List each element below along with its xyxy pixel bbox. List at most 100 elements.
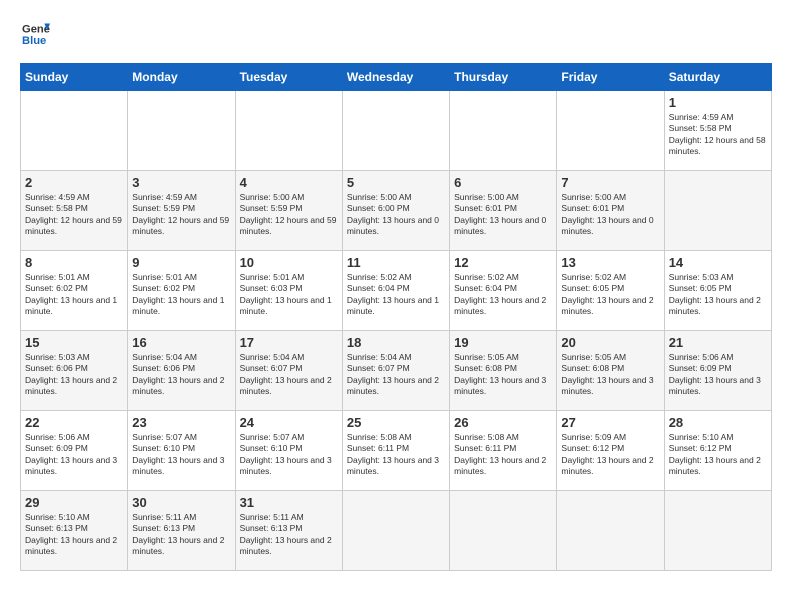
day-info: Sunrise: 4:59 AMSunset: 5:58 PMDaylight:… bbox=[25, 192, 122, 236]
weekday-header-saturday: Saturday bbox=[664, 64, 771, 91]
calendar-day: 5 Sunrise: 5:00 AMSunset: 6:00 PMDayligh… bbox=[342, 171, 449, 251]
day-info: Sunrise: 4:59 AMSunset: 5:58 PMDaylight:… bbox=[669, 112, 766, 156]
calendar-day: 1 Sunrise: 4:59 AMSunset: 5:58 PMDayligh… bbox=[664, 91, 771, 171]
day-number: 31 bbox=[240, 495, 338, 510]
calendar-day bbox=[450, 91, 557, 171]
calendar-week-1: 2 Sunrise: 4:59 AMSunset: 5:58 PMDayligh… bbox=[21, 171, 772, 251]
day-info: Sunrise: 5:00 AMSunset: 6:00 PMDaylight:… bbox=[347, 192, 439, 236]
calendar-day: 24 Sunrise: 5:07 AMSunset: 6:10 PMDaylig… bbox=[235, 411, 342, 491]
calendar-day: 4 Sunrise: 5:00 AMSunset: 5:59 PMDayligh… bbox=[235, 171, 342, 251]
day-number: 9 bbox=[132, 255, 230, 270]
calendar-day: 28 Sunrise: 5:10 AMSunset: 6:12 PMDaylig… bbox=[664, 411, 771, 491]
weekday-header-friday: Friday bbox=[557, 64, 664, 91]
svg-text:Blue: Blue bbox=[22, 35, 46, 47]
day-number: 16 bbox=[132, 335, 230, 350]
calendar-day: 11 Sunrise: 5:02 AMSunset: 6:04 PMDaylig… bbox=[342, 251, 449, 331]
day-info: Sunrise: 5:11 AMSunset: 6:13 PMDaylight:… bbox=[132, 512, 224, 556]
day-number: 30 bbox=[132, 495, 230, 510]
calendar-day bbox=[21, 91, 128, 171]
day-number: 10 bbox=[240, 255, 338, 270]
day-number: 21 bbox=[669, 335, 767, 350]
calendar-week-2: 8 Sunrise: 5:01 AMSunset: 6:02 PMDayligh… bbox=[21, 251, 772, 331]
calendar-day bbox=[664, 491, 771, 571]
day-info: Sunrise: 5:00 AMSunset: 6:01 PMDaylight:… bbox=[561, 192, 653, 236]
day-info: Sunrise: 5:03 AMSunset: 6:05 PMDaylight:… bbox=[669, 272, 761, 316]
day-number: 23 bbox=[132, 415, 230, 430]
day-info: Sunrise: 5:08 AMSunset: 6:11 PMDaylight:… bbox=[454, 432, 546, 476]
day-number: 11 bbox=[347, 255, 445, 270]
day-info: Sunrise: 5:06 AMSunset: 6:09 PMDaylight:… bbox=[25, 432, 117, 476]
day-info: Sunrise: 5:02 AMSunset: 6:04 PMDaylight:… bbox=[347, 272, 439, 316]
day-number: 27 bbox=[561, 415, 659, 430]
weekday-header-sunday: Sunday bbox=[21, 64, 128, 91]
day-number: 24 bbox=[240, 415, 338, 430]
calendar-table: SundayMondayTuesdayWednesdayThursdayFrid… bbox=[20, 63, 772, 571]
calendar-day bbox=[557, 91, 664, 171]
calendar-day: 9 Sunrise: 5:01 AMSunset: 6:02 PMDayligh… bbox=[128, 251, 235, 331]
calendar-day: 3 Sunrise: 4:59 AMSunset: 5:59 PMDayligh… bbox=[128, 171, 235, 251]
day-number: 14 bbox=[669, 255, 767, 270]
day-info: Sunrise: 5:07 AMSunset: 6:10 PMDaylight:… bbox=[132, 432, 224, 476]
calendar-day: 20 Sunrise: 5:05 AMSunset: 6:08 PMDaylig… bbox=[557, 331, 664, 411]
day-number: 18 bbox=[347, 335, 445, 350]
day-number: 12 bbox=[454, 255, 552, 270]
calendar-day bbox=[557, 491, 664, 571]
day-info: Sunrise: 5:01 AMSunset: 6:02 PMDaylight:… bbox=[25, 272, 117, 316]
day-info: Sunrise: 4:59 AMSunset: 5:59 PMDaylight:… bbox=[132, 192, 229, 236]
calendar-week-0: 1 Sunrise: 4:59 AMSunset: 5:58 PMDayligh… bbox=[21, 91, 772, 171]
day-info: Sunrise: 5:06 AMSunset: 6:09 PMDaylight:… bbox=[669, 352, 761, 396]
weekday-header-monday: Monday bbox=[128, 64, 235, 91]
calendar-day bbox=[128, 91, 235, 171]
day-number: 2 bbox=[25, 175, 123, 190]
calendar-week-5: 29 Sunrise: 5:10 AMSunset: 6:13 PMDaylig… bbox=[21, 491, 772, 571]
day-number: 22 bbox=[25, 415, 123, 430]
day-info: Sunrise: 5:10 AMSunset: 6:13 PMDaylight:… bbox=[25, 512, 117, 556]
calendar-day: 19 Sunrise: 5:05 AMSunset: 6:08 PMDaylig… bbox=[450, 331, 557, 411]
day-number: 29 bbox=[25, 495, 123, 510]
calendar-week-4: 22 Sunrise: 5:06 AMSunset: 6:09 PMDaylig… bbox=[21, 411, 772, 491]
day-number: 3 bbox=[132, 175, 230, 190]
day-info: Sunrise: 5:11 AMSunset: 6:13 PMDaylight:… bbox=[240, 512, 332, 556]
day-number: 17 bbox=[240, 335, 338, 350]
calendar-day: 14 Sunrise: 5:03 AMSunset: 6:05 PMDaylig… bbox=[664, 251, 771, 331]
weekday-header-thursday: Thursday bbox=[450, 64, 557, 91]
calendar-day bbox=[450, 491, 557, 571]
calendar-day bbox=[342, 491, 449, 571]
day-info: Sunrise: 5:08 AMSunset: 6:11 PMDaylight:… bbox=[347, 432, 439, 476]
calendar-day: 8 Sunrise: 5:01 AMSunset: 6:02 PMDayligh… bbox=[21, 251, 128, 331]
day-number: 26 bbox=[454, 415, 552, 430]
day-info: Sunrise: 5:09 AMSunset: 6:12 PMDaylight:… bbox=[561, 432, 653, 476]
day-info: Sunrise: 5:05 AMSunset: 6:08 PMDaylight:… bbox=[454, 352, 546, 396]
calendar-day: 18 Sunrise: 5:04 AMSunset: 6:07 PMDaylig… bbox=[342, 331, 449, 411]
day-info: Sunrise: 5:00 AMSunset: 6:01 PMDaylight:… bbox=[454, 192, 546, 236]
day-number: 4 bbox=[240, 175, 338, 190]
calendar-day: 31 Sunrise: 5:11 AMSunset: 6:13 PMDaylig… bbox=[235, 491, 342, 571]
day-info: Sunrise: 5:05 AMSunset: 6:08 PMDaylight:… bbox=[561, 352, 653, 396]
calendar-day: 25 Sunrise: 5:08 AMSunset: 6:11 PMDaylig… bbox=[342, 411, 449, 491]
calendar-day: 16 Sunrise: 5:04 AMSunset: 6:06 PMDaylig… bbox=[128, 331, 235, 411]
calendar-day: 6 Sunrise: 5:00 AMSunset: 6:01 PMDayligh… bbox=[450, 171, 557, 251]
day-number: 8 bbox=[25, 255, 123, 270]
calendar-day: 23 Sunrise: 5:07 AMSunset: 6:10 PMDaylig… bbox=[128, 411, 235, 491]
day-number: 1 bbox=[669, 95, 767, 110]
day-number: 28 bbox=[669, 415, 767, 430]
day-info: Sunrise: 5:10 AMSunset: 6:12 PMDaylight:… bbox=[669, 432, 761, 476]
day-number: 19 bbox=[454, 335, 552, 350]
day-number: 20 bbox=[561, 335, 659, 350]
day-number: 6 bbox=[454, 175, 552, 190]
day-number: 15 bbox=[25, 335, 123, 350]
calendar-day: 27 Sunrise: 5:09 AMSunset: 6:12 PMDaylig… bbox=[557, 411, 664, 491]
day-info: Sunrise: 5:01 AMSunset: 6:03 PMDaylight:… bbox=[240, 272, 332, 316]
day-info: Sunrise: 5:02 AMSunset: 6:04 PMDaylight:… bbox=[454, 272, 546, 316]
calendar-day: 2 Sunrise: 4:59 AMSunset: 5:58 PMDayligh… bbox=[21, 171, 128, 251]
day-info: Sunrise: 5:07 AMSunset: 6:10 PMDaylight:… bbox=[240, 432, 332, 476]
day-number: 5 bbox=[347, 175, 445, 190]
day-info: Sunrise: 5:03 AMSunset: 6:06 PMDaylight:… bbox=[25, 352, 117, 396]
day-info: Sunrise: 5:04 AMSunset: 6:07 PMDaylight:… bbox=[240, 352, 332, 396]
calendar-day: 10 Sunrise: 5:01 AMSunset: 6:03 PMDaylig… bbox=[235, 251, 342, 331]
day-info: Sunrise: 5:00 AMSunset: 5:59 PMDaylight:… bbox=[240, 192, 337, 236]
calendar-day bbox=[342, 91, 449, 171]
weekday-header-tuesday: Tuesday bbox=[235, 64, 342, 91]
calendar-day: 13 Sunrise: 5:02 AMSunset: 6:05 PMDaylig… bbox=[557, 251, 664, 331]
day-info: Sunrise: 5:04 AMSunset: 6:07 PMDaylight:… bbox=[347, 352, 439, 396]
